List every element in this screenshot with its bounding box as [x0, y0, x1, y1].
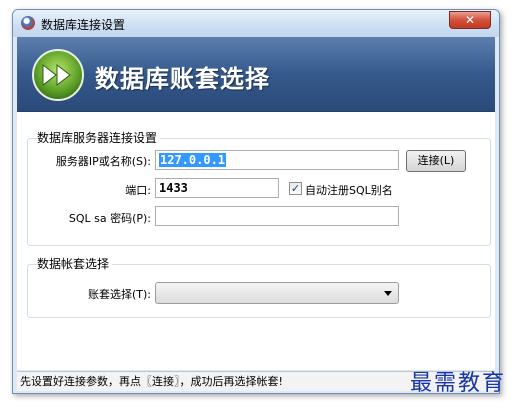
banner: 数据库账套选择 [17, 37, 495, 112]
port-input-value: 1433 [159, 181, 188, 195]
close-button[interactable]: ✕ [449, 11, 491, 29]
chevron-down-icon [384, 291, 392, 296]
watermark-logo: 最需教育 [410, 371, 507, 396]
password-input[interactable] [155, 206, 399, 226]
title-bar[interactable]: 数据库连接设置 ✕ [13, 10, 499, 37]
account-select[interactable] [155, 282, 399, 304]
password-label: SQL sa 密码(P): [68, 212, 151, 225]
port-input[interactable]: 1433 [155, 178, 279, 198]
auto-alias-label[interactable]: 自动注册SQL别名 [305, 182, 393, 198]
connect-button[interactable]: 连接(L) [406, 150, 466, 172]
forward-arrows-icon [32, 49, 84, 101]
connection-settings-window: 数据库连接设置 ✕ 数据库账套选择 数据库服务器连接设置 服务器IP或名称(S)… [12, 9, 500, 394]
server-input-value: 127.0.0.1 [159, 153, 227, 167]
account-label: 账套选择(T): [87, 288, 151, 301]
banner-title: 数据库账套选择 [95, 65, 270, 93]
server-label: 服务器IP或名称(S): [55, 155, 151, 168]
content-area: 数据库服务器连接设置 服务器IP或名称(S): 127.0.0.1 连接(L) … [17, 112, 495, 370]
app-icon [21, 16, 35, 30]
server-group-title: 数据库服务器连接设置 [37, 129, 161, 146]
status-text: 先设置好连接参数，再点〖连接〗，成功后再选择帐套! [20, 375, 283, 388]
window-title: 数据库连接设置 [41, 18, 126, 32]
auto-alias-checkbox[interactable]: ✓ [289, 182, 302, 195]
server-input[interactable]: 127.0.0.1 [155, 150, 399, 170]
port-label: 端口: [125, 184, 151, 197]
account-group-title: 数据帐套选择 [37, 255, 113, 272]
